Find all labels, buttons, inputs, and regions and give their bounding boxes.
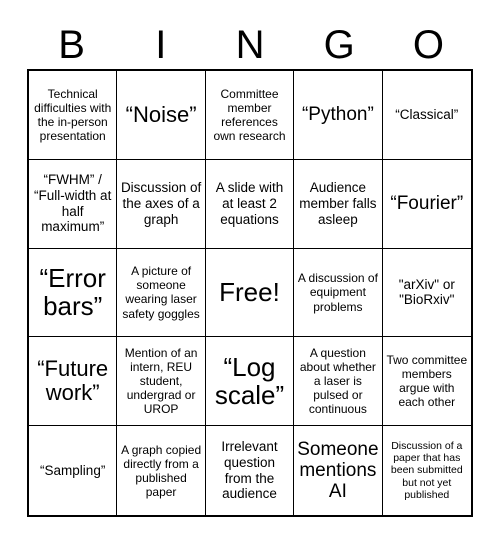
- bingo-cell-r5c3[interactable]: Irrelevant question from the audience: [205, 426, 295, 515]
- bingo-cell-label: “Error bars”: [39, 263, 106, 322]
- bingo-cell-r1c4[interactable]: “Python”: [294, 71, 383, 160]
- bingo-cell-r4c2[interactable]: Mention of an intern, REU student, under…: [117, 337, 206, 427]
- bingo-cell-label: Audience member falls asleep: [299, 180, 377, 227]
- bingo-cell-r2c3[interactable]: A slide with at least 2 equations: [205, 159, 295, 249]
- bingo-cell-r4c1[interactable]: “Future work”: [29, 337, 118, 427]
- bingo-cell-r3c1[interactable]: “Error bars”: [29, 248, 118, 338]
- bingo-cell-r1c2[interactable]: “Noise”: [117, 71, 206, 160]
- bingo-cell-label: Two committee members argue with each ot…: [386, 353, 468, 410]
- bingo-cell-label: “Sampling”: [40, 462, 106, 478]
- bingo-card: B I N G O Technical difficulties with the in…: [0, 0, 500, 544]
- bingo-cell-label: Irrelevant question from the audience: [221, 439, 278, 502]
- bingo-cell-r5c2[interactable]: A graph copied directly from a published…: [117, 426, 206, 515]
- bingo-cell-label: “Fourier”: [390, 193, 464, 215]
- bingo-cell-r4c3[interactable]: “Log scale”: [205, 337, 295, 427]
- bingo-cell-label: “Python”: [301, 104, 374, 126]
- bingo-cell-label: Discussion of a paper that has been subm…: [390, 439, 463, 502]
- bingo-cell-label: Someone mentions AI: [297, 438, 379, 503]
- bingo-cell-r3c2[interactable]: A picture of someone wearing laser safet…: [117, 248, 206, 338]
- bingo-cell-label: A discussion of equipment problems: [297, 271, 378, 314]
- bingo-cell-label: “Log scale”: [214, 352, 285, 411]
- bingo-cell-free-space[interactable]: Free!: [205, 248, 295, 338]
- bingo-cell-label: A graph copied directly from a published…: [121, 442, 202, 499]
- bingo-cell-label: A picture of someone wearing laser safet…: [122, 264, 200, 321]
- bingo-cell-label: “Classical”: [395, 107, 459, 122]
- bingo-cell-label: Mention of an intern, REU student, under…: [124, 346, 198, 417]
- bingo-cell-label: Committee member references own research: [213, 86, 286, 143]
- bingo-cell-label: Discussion of the axes of a graph: [120, 180, 202, 227]
- bingo-cell-label: "arXiv" or "BioRxiv": [398, 276, 455, 308]
- bingo-header: BINGO: [27, 22, 473, 69]
- bingo-cell-label: Free!: [219, 277, 280, 308]
- bingo-cell-r2c2[interactable]: Discussion of the axes of a graph: [117, 159, 206, 249]
- bingo-header-letter-3: N: [235, 23, 265, 67]
- bingo-header-letter-5: O: [412, 23, 444, 67]
- bingo-header-letter-4: G: [323, 23, 355, 67]
- bingo-cell-r4c4[interactable]: A question about whether a laser is puls…: [294, 337, 383, 427]
- bingo-cell-label: “FWHM” / “Full-width at half maximum”: [34, 172, 112, 235]
- bingo-cell-label: A question about whether a laser is puls…: [299, 346, 376, 417]
- bingo-cell-label: Technical difficulties with the in-perso…: [34, 86, 112, 143]
- bingo-header-letter-1: B: [58, 23, 85, 67]
- bingo-cell-r4c5[interactable]: Two committee members argue with each ot…: [382, 337, 471, 427]
- bingo-grid: Technical difficulties with the in-perso…: [27, 69, 473, 517]
- bingo-cell-r1c5[interactable]: “Classical”: [382, 71, 471, 160]
- bingo-cell-r1c1[interactable]: Technical difficulties with the in-perso…: [29, 71, 118, 160]
- bingo-cell-r1c3[interactable]: Committee member references own research: [205, 71, 295, 160]
- bingo-cell-label: “Future work”: [37, 356, 109, 406]
- bingo-cell-r5c4[interactable]: Someone mentions AI: [294, 426, 383, 515]
- bingo-cell-r5c1[interactable]: “Sampling”: [29, 426, 118, 515]
- bingo-cell-label: A slide with at least 2 equations: [215, 180, 284, 227]
- bingo-cell-r2c1[interactable]: “FWHM” / “Full-width at half maximum”: [29, 159, 118, 249]
- bingo-cell-r2c4[interactable]: Audience member falls asleep: [294, 159, 383, 249]
- bingo-cell-r3c5[interactable]: "arXiv" or "BioRxiv": [382, 248, 471, 338]
- bingo-cell-r3c4[interactable]: A discussion of equipment problems: [294, 248, 383, 338]
- bingo-header-letter-2: I: [155, 23, 167, 67]
- bingo-cell-label: “Noise”: [125, 101, 197, 127]
- bingo-cell-r5c5[interactable]: Discussion of a paper that has been subm…: [382, 426, 471, 515]
- bingo-cell-r2c5[interactable]: “Fourier”: [382, 159, 471, 249]
